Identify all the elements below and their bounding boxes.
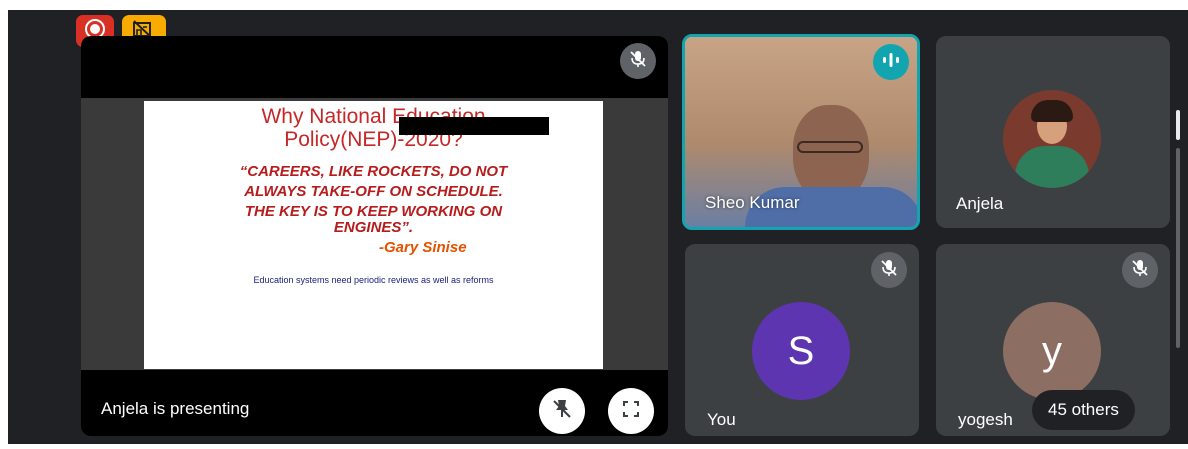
mic-off-icon <box>628 49 648 74</box>
unpin-icon <box>550 397 574 426</box>
unpin-button[interactable] <box>539 388 585 434</box>
participant-name: You <box>707 410 736 429</box>
speaking-indicator <box>873 44 909 80</box>
slide-footnote: Education systems need periodic reviews … <box>253 275 494 285</box>
slide-quote-line3: THE KEY IS TO KEEP WORKING ON <box>244 203 503 220</box>
avatar: S <box>752 302 850 400</box>
fullscreen-button[interactable] <box>608 388 654 434</box>
avatar-dress <box>1015 146 1089 188</box>
participant-name: Anjela <box>956 194 1004 213</box>
avatar: y <box>1003 302 1101 400</box>
mic-off-icon <box>1130 258 1150 283</box>
person-glasses <box>797 141 863 153</box>
participant-mute-button[interactable] <box>1122 252 1158 288</box>
participant-name: Sheo Kumar <box>705 193 800 212</box>
slide-area: Why National Education Policy(NEP)-2020?… <box>81 98 668 370</box>
participant-tile-you[interactable]: S You <box>685 244 919 436</box>
presentation-mute-button[interactable] <box>620 43 656 79</box>
redaction-bar <box>399 117 549 135</box>
scroll-indicator[interactable] <box>1176 110 1180 140</box>
presenting-label: Anjela is presenting <box>101 399 250 418</box>
slide-quote-line1: “CAREERS, LIKE ROCKETS, DO NOT <box>239 163 508 180</box>
avatar-hair <box>1031 100 1073 122</box>
participant-tile-anjela[interactable]: Anjela <box>936 36 1170 228</box>
participant-name: yogesh <box>958 410 1013 429</box>
presentation-slide: Why National Education Policy(NEP)-2020?… <box>144 101 603 369</box>
participant-tile-sheo-kumar[interactable]: Sheo Kumar <box>682 34 920 230</box>
slide-quote-line2: ALWAYS TAKE-OFF ON SCHEDULE. <box>244 183 503 200</box>
mic-off-icon <box>879 258 899 283</box>
others-count-badge[interactable]: 45 others <box>1032 390 1135 430</box>
audio-level-icon <box>881 52 901 73</box>
avatar <box>1003 90 1101 188</box>
slide-attribution: -Gary Sinise <box>379 239 467 256</box>
fullscreen-icon <box>621 399 641 424</box>
participant-tile-yogesh[interactable]: y yogesh 45 others <box>936 244 1170 436</box>
slide-quote-line4: ENGINES”. <box>333 219 414 236</box>
meeting-stage: Why National Education Policy(NEP)-2020?… <box>8 10 1188 444</box>
participant-mute-button[interactable] <box>871 252 907 288</box>
scroll-track <box>1176 148 1180 348</box>
presentation-tile[interactable]: Why National Education Policy(NEP)-2020?… <box>81 36 668 436</box>
